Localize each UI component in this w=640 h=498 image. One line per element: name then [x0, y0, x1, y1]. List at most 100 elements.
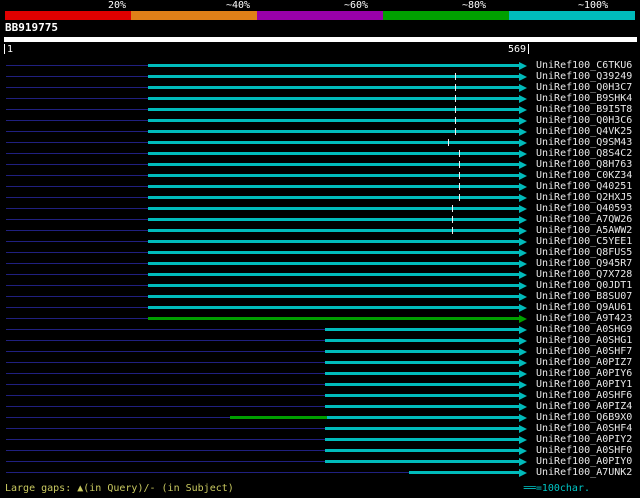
- hit-label[interactable]: UniRef100_C0KZ34: [536, 170, 632, 181]
- hit-alignment-segment[interactable]: [148, 185, 519, 188]
- hit-arrowhead-icon[interactable]: [519, 304, 527, 312]
- hit-alignment-segment[interactable]: [148, 97, 519, 100]
- hit-alignment-segment[interactable]: [148, 284, 519, 287]
- hit-label[interactable]: UniRef100_A0SHG1: [536, 335, 632, 346]
- hit-label[interactable]: UniRef100_A0PIY2: [536, 434, 632, 445]
- hit-label[interactable]: UniRef100_Q945R7: [536, 258, 632, 269]
- hit-alignment-segment[interactable]: [325, 427, 519, 430]
- hit-arrowhead-icon[interactable]: [519, 106, 527, 114]
- hit-label[interactable]: UniRef100_Q9AU61: [536, 302, 632, 313]
- hit-arrowhead-icon[interactable]: [519, 227, 527, 235]
- hit-alignment-segment[interactable]: [325, 350, 519, 353]
- hit-label[interactable]: UniRef100_A0SHF4: [536, 423, 632, 434]
- hit-arrowhead-icon[interactable]: [519, 348, 527, 356]
- hit-alignment-segment[interactable]: [148, 64, 519, 67]
- hit-label[interactable]: UniRef100_A0PIY0: [536, 456, 632, 467]
- hit-label[interactable]: UniRef100_B9SHK4: [536, 93, 632, 104]
- hit-arrowhead-icon[interactable]: [519, 458, 527, 466]
- hit-label[interactable]: UniRef100_A0SHF7: [536, 346, 632, 357]
- hit-alignment-segment[interactable]: [325, 328, 519, 331]
- hit-alignment-segment[interactable]: [325, 339, 519, 342]
- hit-arrowhead-icon[interactable]: [519, 128, 527, 136]
- hit-arrowhead-icon[interactable]: [519, 282, 527, 290]
- hit-alignment-segment[interactable]: [408, 471, 519, 474]
- hit-arrowhead-icon[interactable]: [519, 183, 527, 191]
- hit-label[interactable]: UniRef100_A9T423: [536, 313, 632, 324]
- hit-alignment-segment[interactable]: [148, 86, 519, 89]
- hit-label[interactable]: UniRef100_Q4VK25: [536, 126, 632, 137]
- hit-alignment-segment[interactable]: [148, 262, 519, 265]
- hit-label[interactable]: UniRef100_Q40593: [536, 203, 632, 214]
- hit-arrowhead-icon[interactable]: [519, 436, 527, 444]
- hit-label[interactable]: UniRef100_Q9SM43: [536, 137, 632, 148]
- hit-label[interactable]: UniRef100_C5YEE1: [536, 236, 632, 247]
- hit-arrowhead-icon[interactable]: [519, 469, 527, 477]
- hit-label[interactable]: UniRef100_A0PIY1: [536, 379, 632, 390]
- hit-alignment-segment[interactable]: [148, 108, 519, 111]
- hit-alignment-segment[interactable]: [325, 460, 519, 463]
- hit-arrowhead-icon[interactable]: [519, 359, 527, 367]
- hit-label[interactable]: UniRef100_Q0JDT1: [536, 280, 632, 291]
- hit-alignment-segment[interactable]: [148, 207, 519, 210]
- hit-label[interactable]: UniRef100_Q8FUS5: [536, 247, 632, 258]
- hit-alignment-segment[interactable]: [148, 295, 519, 298]
- hit-arrowhead-icon[interactable]: [519, 150, 527, 158]
- hit-arrowhead-icon[interactable]: [519, 172, 527, 180]
- hit-arrowhead-icon[interactable]: [519, 271, 527, 279]
- hit-label[interactable]: UniRef100_A5AWW2: [536, 225, 632, 236]
- hit-label[interactable]: UniRef100_Q7X728: [536, 269, 632, 280]
- hit-label[interactable]: UniRef100_Q2HXJ5: [536, 192, 632, 203]
- hit-alignment-segment[interactable]: [325, 361, 519, 364]
- hit-arrowhead-icon[interactable]: [519, 392, 527, 400]
- hit-alignment-segment[interactable]: [325, 438, 519, 441]
- hit-alignment-segment[interactable]: [229, 416, 328, 419]
- hit-label[interactable]: UniRef100_A7UNK2: [536, 467, 632, 478]
- hit-arrowhead-icon[interactable]: [519, 205, 527, 213]
- hit-alignment-segment[interactable]: [148, 273, 519, 276]
- hit-label[interactable]: UniRef100_Q8H763: [536, 159, 632, 170]
- hit-arrowhead-icon[interactable]: [519, 381, 527, 389]
- hit-arrowhead-icon[interactable]: [519, 425, 527, 433]
- hit-alignment-segment[interactable]: [325, 405, 519, 408]
- hit-alignment-segment[interactable]: [325, 383, 519, 386]
- hit-arrowhead-icon[interactable]: [519, 315, 527, 323]
- hit-arrowhead-icon[interactable]: [519, 403, 527, 411]
- hit-alignment-segment[interactable]: [148, 218, 519, 221]
- hit-alignment-segment[interactable]: [148, 130, 519, 133]
- hit-arrowhead-icon[interactable]: [519, 326, 527, 334]
- hit-arrowhead-icon[interactable]: [519, 95, 527, 103]
- hit-alignment-segment[interactable]: [148, 240, 519, 243]
- hit-alignment-segment[interactable]: [148, 75, 519, 78]
- hit-alignment-segment[interactable]: [148, 317, 519, 320]
- hit-label[interactable]: UniRef100_A7QW26: [536, 214, 632, 225]
- hit-alignment-segment[interactable]: [148, 229, 519, 232]
- hit-label[interactable]: UniRef100_Q8S4C2: [536, 148, 632, 159]
- hit-arrowhead-icon[interactable]: [519, 337, 527, 345]
- hit-label[interactable]: UniRef100_Q6B9X0: [536, 412, 632, 423]
- hit-arrowhead-icon[interactable]: [519, 447, 527, 455]
- hit-arrowhead-icon[interactable]: [519, 73, 527, 81]
- hit-alignment-segment[interactable]: [148, 152, 519, 155]
- hit-label[interactable]: UniRef100_Q39249: [536, 71, 632, 82]
- hit-alignment-segment[interactable]: [148, 119, 519, 122]
- hit-arrowhead-icon[interactable]: [519, 370, 527, 378]
- hit-alignment-segment[interactable]: [325, 372, 519, 375]
- hit-arrowhead-icon[interactable]: [519, 238, 527, 246]
- hit-label[interactable]: UniRef100_Q40251: [536, 181, 632, 192]
- hit-label[interactable]: UniRef100_A0SHF0: [536, 445, 632, 456]
- hit-arrowhead-icon[interactable]: [519, 84, 527, 92]
- hit-arrowhead-icon[interactable]: [519, 216, 527, 224]
- hit-label[interactable]: UniRef100_A0PIY6: [536, 368, 632, 379]
- hit-alignment-segment[interactable]: [325, 394, 519, 397]
- hit-alignment-segment[interactable]: [148, 251, 519, 254]
- hit-alignment-segment[interactable]: [148, 163, 519, 166]
- hit-label[interactable]: UniRef100_B9I5T8: [536, 104, 632, 115]
- hit-alignment-segment[interactable]: [148, 306, 519, 309]
- hit-arrowhead-icon[interactable]: [519, 62, 527, 70]
- hit-alignment-segment[interactable]: [327, 416, 519, 419]
- hit-arrowhead-icon[interactable]: [519, 414, 527, 422]
- hit-alignment-segment[interactable]: [148, 196, 519, 199]
- hit-label[interactable]: UniRef100_Q0H3C7: [536, 82, 632, 93]
- hit-arrowhead-icon[interactable]: [519, 194, 527, 202]
- hit-label[interactable]: UniRef100_Q0H3C6: [536, 115, 632, 126]
